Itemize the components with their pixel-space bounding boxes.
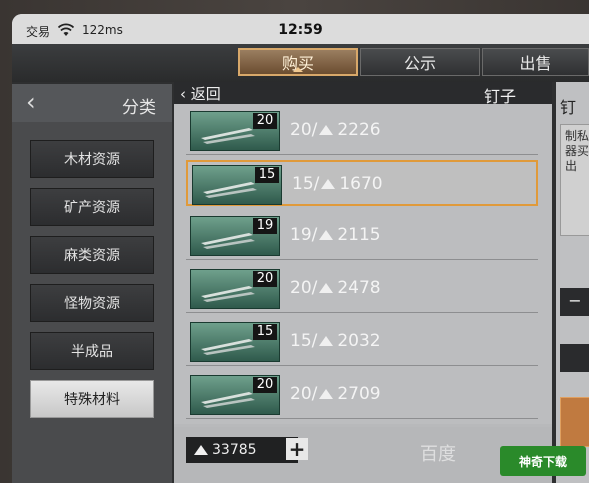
chevron-left-icon: ‹ — [180, 85, 186, 103]
nail-item-icon: 15 — [192, 165, 282, 205]
price-total: 2478 — [337, 278, 381, 298]
quantity-badge: 19 — [253, 218, 277, 234]
listing-price: 19/2115 — [290, 225, 381, 245]
category-ore[interactable]: 矿产资源 — [30, 188, 154, 226]
nail-item-icon: 20 — [190, 269, 280, 309]
listing-price: 15/1670 — [292, 174, 383, 194]
tab-sell[interactable]: 出售 — [482, 48, 589, 76]
category-panel: ‹ 分类 木材资源 矿产资源 麻类资源 怪物资源 半成品 特殊材料 — [12, 84, 172, 483]
listing-header: ‹ 返回 钉子 — [174, 82, 552, 106]
add-currency-button[interactable]: + — [286, 438, 308, 460]
listing-list: 20 20/2226 15 15/1670 19 19/ 2115 20 20/… — [174, 104, 552, 424]
nail-item-icon: 15 — [190, 322, 280, 362]
price-total: 2115 — [337, 225, 381, 245]
category-header: ‹ 分类 — [12, 84, 172, 122]
quantity-field[interactable] — [560, 344, 589, 372]
balance-display: 33785 + — [186, 437, 308, 463]
status-time: 12:59 — [278, 22, 323, 38]
listing-row[interactable]: 20 20/2478 — [186, 266, 538, 313]
listing-row[interactable]: 20 20/2226 — [186, 108, 538, 155]
status-bar: 交易 122ms 12:59 — [12, 14, 589, 44]
coin-icon — [319, 230, 334, 240]
category-title: 分类 — [122, 98, 156, 118]
unit-count: 15/ — [292, 174, 320, 194]
nail-item-icon: 20 — [190, 375, 280, 415]
balance-bar: 33785 + — [174, 427, 552, 483]
nail-item-icon: 20 — [190, 111, 280, 151]
purchase-button[interactable] — [560, 397, 589, 447]
unit-count: 20/ — [290, 120, 318, 140]
category-special-materials[interactable]: 特殊材料 — [30, 380, 154, 418]
coin-icon — [319, 125, 334, 135]
listing-row-selected[interactable]: 15 15/1670 — [186, 160, 538, 206]
price-total: 2226 — [337, 120, 381, 140]
quantity-badge: 15 — [255, 167, 279, 183]
listing-price: 20/2709 — [290, 384, 381, 404]
listing-panel: ‹ 返回 钉子 20 20/2226 15 15/ 1670 19 19/ 21… — [174, 82, 552, 483]
price-total: 2032 — [337, 331, 381, 351]
tab-buy[interactable]: 购买 — [238, 48, 358, 76]
quantity-badge: 15 — [253, 324, 277, 340]
faded-watermark: 百度 — [420, 444, 456, 465]
coin-icon — [194, 445, 208, 455]
unit-count: 20/ — [290, 278, 318, 298]
decrease-button[interactable]: − — [560, 288, 589, 316]
quantity-badge: 20 — [253, 377, 277, 393]
back-label: 返回 — [190, 85, 221, 103]
coin-icon — [319, 336, 334, 346]
quantity-badge: 20 — [253, 271, 277, 287]
game-view: 购买 公示 出售 ‹ 分类 木材资源 矿产资源 麻类资源 怪物资源 半成品 特殊… — [12, 44, 589, 483]
category-semi-finished[interactable]: 半成品 — [30, 332, 154, 370]
unit-count: 20/ — [290, 384, 318, 404]
detail-description: 制私器买出 — [560, 124, 589, 236]
listing-price: 15/2032 — [290, 331, 381, 351]
price-total: 2709 — [337, 384, 381, 404]
device-frame: 交易 122ms 12:59 购买 公示 出售 ‹ 分类 木材资源 矿产资源 麻… — [0, 0, 589, 483]
listing-row[interactable]: 20 20/2709 — [186, 372, 538, 419]
price-total: 1670 — [339, 174, 383, 194]
back-button[interactable]: ‹ 返回 — [180, 83, 221, 104]
detail-title: 钉 — [560, 98, 577, 117]
category-monster[interactable]: 怪物资源 — [30, 284, 154, 322]
listing-price: 20/2478 — [290, 278, 381, 298]
category-fiber[interactable]: 麻类资源 — [30, 236, 154, 274]
unit-count: 15/ — [290, 331, 318, 351]
listing-row[interactable]: 15 15/2032 — [186, 319, 538, 366]
listing-row[interactable]: 19 19/2115 — [186, 213, 538, 260]
quantity-badge: 20 — [253, 113, 277, 129]
coin-icon — [319, 389, 334, 399]
detail-panel: 钉 制私器买出 − — [556, 82, 589, 483]
watermark-logo: 神奇下载 — [500, 446, 586, 476]
coin-icon — [319, 283, 334, 293]
category-wood[interactable]: 木材资源 — [30, 140, 154, 178]
listing-price: 20/2226 — [290, 120, 381, 140]
coin-icon — [321, 179, 336, 189]
tab-notice[interactable]: 公示 — [360, 48, 480, 76]
screen: 交易 122ms 12:59 购买 公示 出售 ‹ 分类 木材资源 矿产资源 麻… — [12, 14, 589, 483]
balance-amount: 33785 — [212, 442, 257, 458]
nail-item-icon: 19 — [190, 216, 280, 256]
tab-bar: 购买 公示 出售 — [12, 44, 589, 82]
unit-count: 19/ — [290, 225, 318, 245]
chevron-left-icon[interactable]: ‹ — [26, 88, 36, 116]
